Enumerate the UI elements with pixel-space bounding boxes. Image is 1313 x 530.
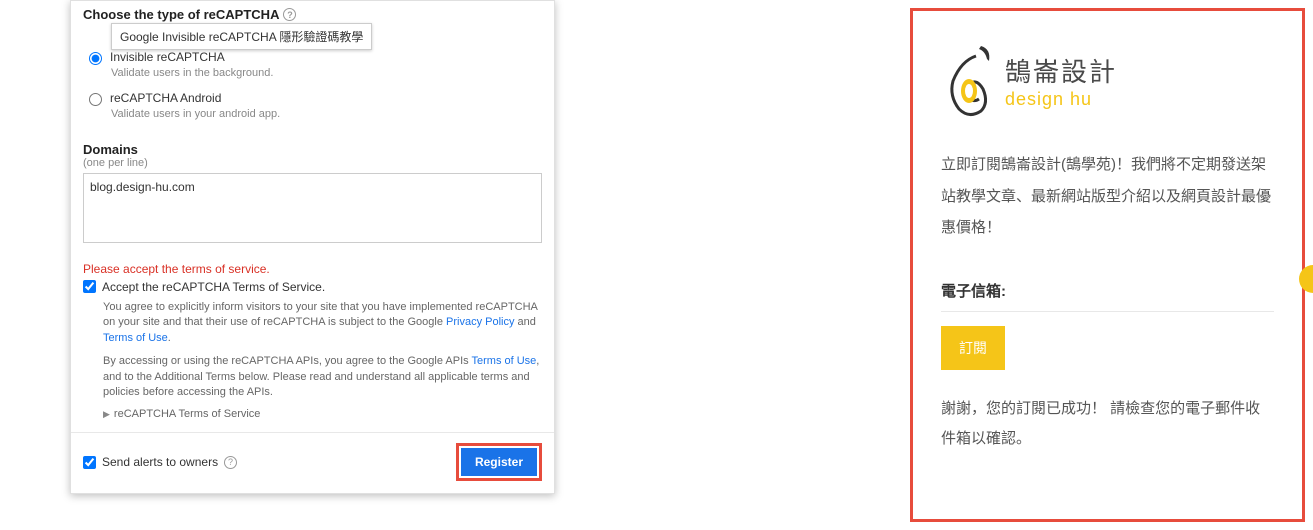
help-icon[interactable]: ? xyxy=(224,456,237,469)
domains-hint: (one per line) xyxy=(83,157,542,173)
terms-paragraph-1: You agree to explicitly inform visitors … xyxy=(71,296,554,350)
option-android-desc: Validate users in your android app. xyxy=(71,108,554,126)
option-android[interactable]: reCAPTCHA Android xyxy=(71,85,554,108)
send-alerts-label: Send alerts to owners xyxy=(102,455,218,469)
chevron-right-icon: ▶ xyxy=(103,409,110,420)
logo: 鵠崙設計 design hu xyxy=(941,41,1274,121)
accept-terms-label: Accept the reCAPTCHA Terms of Service. xyxy=(102,280,325,294)
subscribe-panel: 鵠崙設計 design hu 立即訂閱鵠崙設計(鵠學苑)！我們將不定期發送架站教… xyxy=(910,8,1305,522)
register-button[interactable]: Register xyxy=(461,448,537,476)
domains-input[interactable] xyxy=(83,173,542,243)
success-message: 謝謝，您的訂閱已成功！ 請檢查您的電子郵件收件箱以確認。 xyxy=(941,394,1274,454)
register-highlight: Register xyxy=(456,443,542,481)
privacy-policy-link[interactable]: Privacy Policy xyxy=(446,316,514,328)
subscribe-button[interactable]: 訂閱 xyxy=(941,326,1005,370)
email-label: 電子信箱: xyxy=(941,280,1274,301)
pelican-logo-icon xyxy=(941,41,997,121)
terms-of-use-link[interactable]: Terms of Use xyxy=(103,332,168,344)
logo-text-en: design hu xyxy=(1005,89,1117,110)
logo-text-cn: 鵠崙設計 xyxy=(1005,52,1117,89)
option-invisible-desc: Validate users in the background. xyxy=(71,67,554,85)
help-icon[interactable]: ? xyxy=(283,8,296,21)
api-terms-link[interactable]: Terms of Use xyxy=(472,355,537,367)
subscribe-description: 立即訂閱鵠崙設計(鵠學苑)！我們將不定期發送架站教學文章、最新網站版型介紹以及網… xyxy=(941,149,1274,244)
accept-terms-checkbox[interactable] xyxy=(83,280,96,293)
radio-invisible[interactable] xyxy=(89,52,102,65)
radio-android[interactable] xyxy=(89,93,102,106)
domains-title: Domains xyxy=(83,142,542,157)
divider xyxy=(941,311,1274,312)
send-alerts-checkbox[interactable] xyxy=(83,456,96,469)
error-message: Please accept the terms of service. xyxy=(71,252,554,278)
expand-terms[interactable]: ▶ reCAPTCHA Terms of Service xyxy=(71,404,554,424)
tooltip: Google Invisible reCAPTCHA 隱形驗證碼教學 xyxy=(111,23,372,50)
terms-paragraph-2: By accessing or using the reCAPTCHA APIs… xyxy=(71,350,554,404)
recaptcha-type-title: Choose the type of reCAPTCHA ? xyxy=(83,7,542,22)
recaptcha-admin-panel: Choose the type of reCAPTCHA ? Google In… xyxy=(70,0,555,494)
